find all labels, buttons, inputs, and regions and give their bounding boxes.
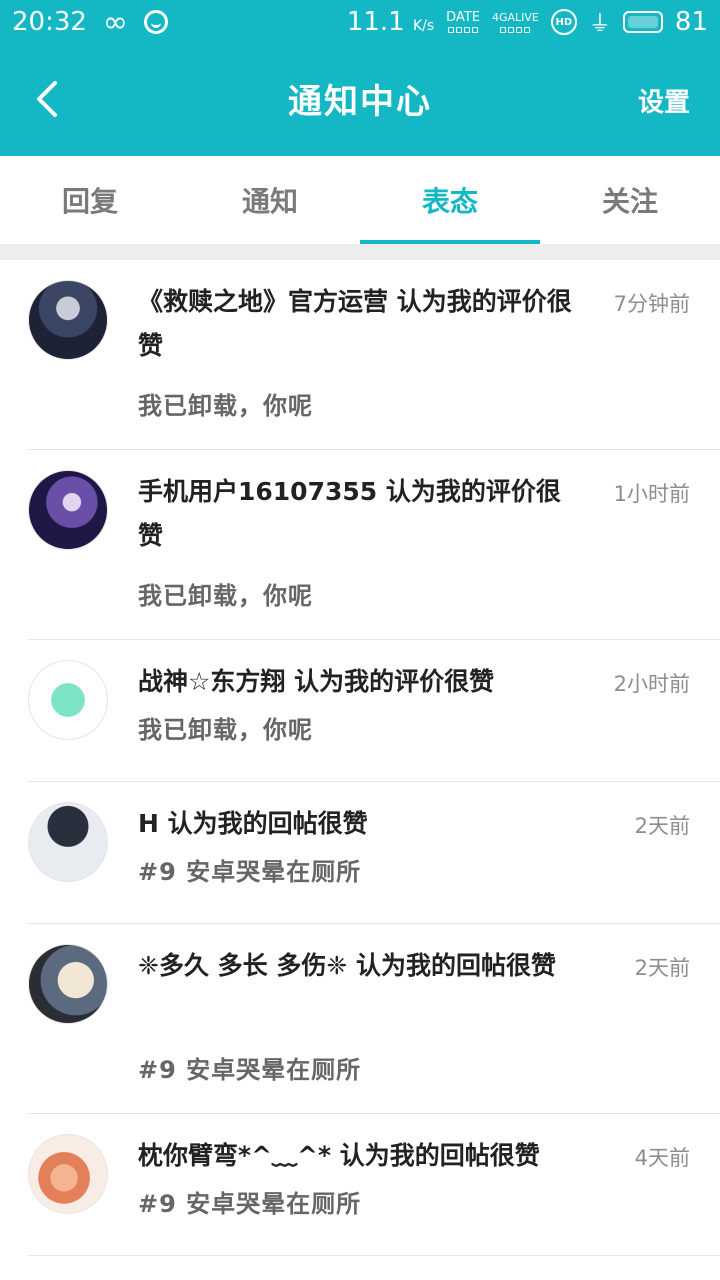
network-speed-value: 11.1 bbox=[346, 7, 405, 37]
list-item[interactable]: 《救赎之地》官方运营 认为我的评价很赞 7分钟前 我已卸载，你呢 bbox=[28, 260, 720, 450]
status-time: 20:32 bbox=[12, 7, 87, 37]
item-subtitle: 我已卸载，你呢 bbox=[138, 392, 313, 420]
item-time: 2天前 bbox=[634, 956, 690, 980]
item-subtitle: 我已卸载，你呢 bbox=[138, 582, 313, 610]
item-title: 战神☆东方翔 认为我的评价很赞 bbox=[138, 667, 495, 696]
item-subtitle: #9 安卓哭晕在厕所 bbox=[138, 858, 362, 886]
charging-plug-icon: ⏚ bbox=[588, 12, 611, 37]
notification-list: 《救赎之地》官方运营 认为我的评价很赞 7分钟前 我已卸载，你呢 手机用户161… bbox=[0, 260, 720, 1256]
app-header: 通知中心 设置 bbox=[0, 44, 720, 156]
tab-reaction[interactable]: 表态 bbox=[360, 156, 540, 244]
list-item[interactable]: 枕你臂弯*^﹏^* 认为我的回帖很赞 4天前 #9 安卓哭晕在厕所 bbox=[28, 1114, 720, 1256]
avatar[interactable] bbox=[28, 280, 108, 360]
tab-notice[interactable]: 通知 bbox=[180, 156, 360, 244]
item-time: 4天前 bbox=[634, 1146, 690, 1170]
list-item[interactable]: 手机用户16107355 认为我的评价很赞 1小时前 我已卸载，你呢 bbox=[28, 450, 720, 640]
settings-button[interactable]: 设置 bbox=[638, 82, 690, 119]
avatar[interactable] bbox=[28, 660, 108, 740]
list-item[interactable]: ❈多久 多长 多伤❈ 认为我的回帖很赞 2天前 #9 安卓哭晕在厕所 bbox=[28, 924, 720, 1114]
item-time: 2小时前 bbox=[613, 672, 690, 696]
item-title: H 认为我的回帖很赞 bbox=[138, 809, 368, 838]
divider bbox=[0, 244, 720, 260]
item-title: ❈多久 多长 多伤❈ 认为我的回帖很赞 bbox=[138, 951, 557, 980]
hd-voice-icon: HD bbox=[550, 9, 577, 35]
tab-follow[interactable]: 关注 bbox=[540, 156, 720, 244]
signal-bars-icon bbox=[492, 27, 539, 33]
infinity-icon: ∞ bbox=[102, 4, 128, 40]
date-label: DATE bbox=[446, 10, 480, 25]
list-item[interactable]: 战神☆东方翔 认为我的评价很赞 2小时前 我已卸载，你呢 bbox=[28, 640, 720, 782]
network-speed-unit: K/s bbox=[412, 18, 435, 34]
network-speed: 11.1 K/s bbox=[347, 7, 434, 37]
tab-reply[interactable]: 回复 bbox=[0, 156, 180, 244]
date-indicator: DATE bbox=[446, 11, 480, 33]
avatar[interactable] bbox=[28, 1134, 108, 1214]
item-title: 手机用户16107355 认为我的评价很赞 bbox=[138, 477, 561, 550]
item-time: 7分钟前 bbox=[613, 292, 690, 316]
status-bar: 20:32 ∞ 11.1 K/s DATE 4GALIVE HD ⏚ 81 bbox=[0, 0, 720, 44]
signal-bars-icon bbox=[446, 27, 480, 33]
item-subtitle: 我已卸载，你呢 bbox=[138, 716, 313, 744]
network-indicator: 4GALIVE bbox=[492, 11, 539, 33]
avatar[interactable] bbox=[28, 802, 108, 882]
item-title: 《救赎之地》官方运营 认为我的评价很赞 bbox=[138, 287, 572, 360]
battery-icon bbox=[622, 11, 663, 33]
avatar[interactable] bbox=[28, 944, 108, 1024]
item-title: 枕你臂弯*^﹏^* 认为我的回帖很赞 bbox=[138, 1141, 540, 1170]
page-title: 通知中心 bbox=[288, 82, 432, 122]
list-item[interactable]: H 认为我的回帖很赞 2天前 #9 安卓哭晕在厕所 bbox=[28, 782, 720, 924]
avatar[interactable] bbox=[28, 470, 108, 550]
network-label: 4GALIVE bbox=[491, 11, 539, 24]
item-subtitle: #9 安卓哭晕在厕所 bbox=[138, 1190, 362, 1218]
sync-icon bbox=[143, 10, 168, 34]
tab-bar: 回复 通知 表态 关注 bbox=[0, 156, 720, 244]
item-time: 1小时前 bbox=[613, 482, 690, 506]
battery-level: 81 bbox=[674, 7, 708, 37]
item-time: 2天前 bbox=[634, 814, 690, 838]
item-subtitle: #9 安卓哭晕在厕所 bbox=[138, 1056, 362, 1084]
